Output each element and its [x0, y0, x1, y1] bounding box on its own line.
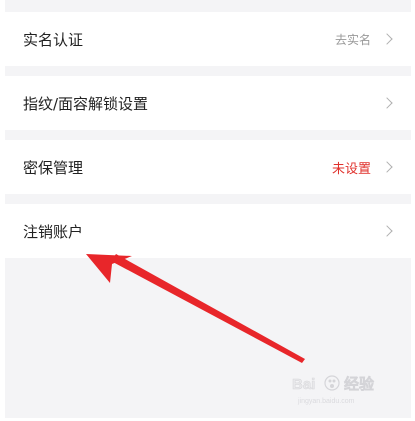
annotation-arrow — [86, 254, 305, 363]
watermark-url: jingyan.baidu.com — [297, 398, 355, 405]
watermark-suffix: 经验 — [344, 375, 375, 393]
screen: 实名认证 去实名 指纹/面容解锁设置 密保管理 未设置 注销账户 Bai 经验 … — [0, 0, 415, 421]
arrow-shaft — [111, 254, 305, 363]
baidu-jingyan-watermark: Bai 经验 jingyan.baidu.com — [292, 375, 376, 405]
watermark-brand: Bai — [292, 376, 315, 393]
